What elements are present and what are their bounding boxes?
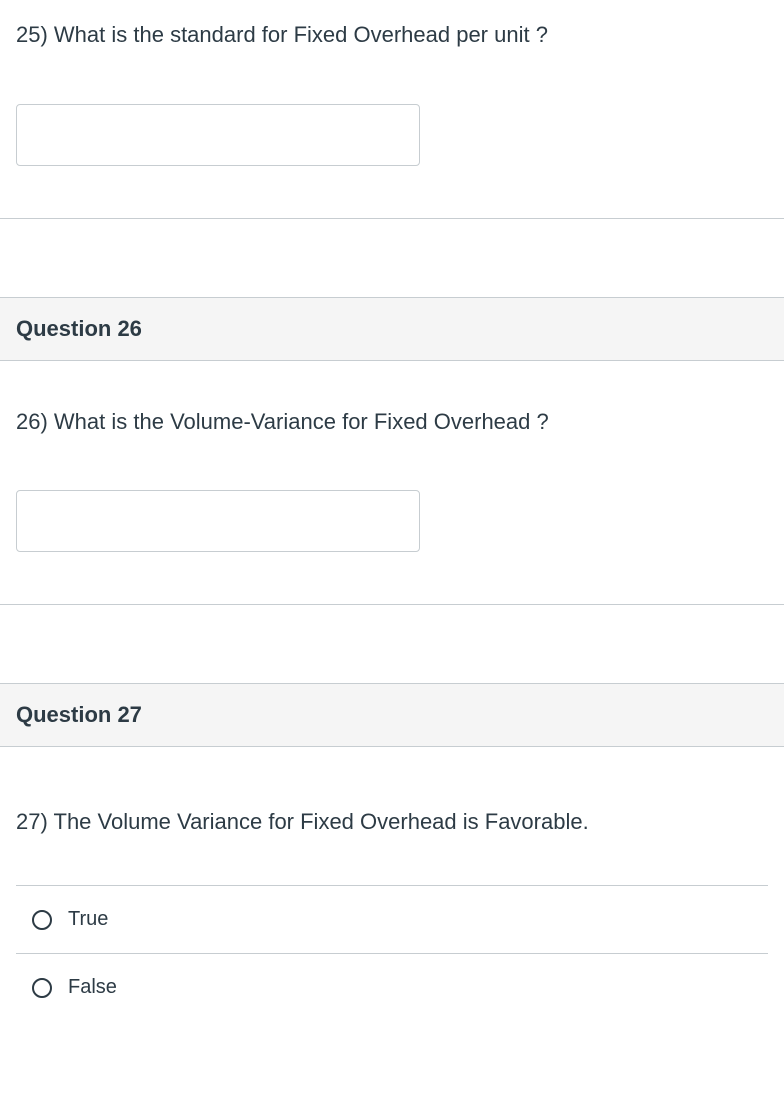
question-25-input[interactable]: [16, 104, 420, 166]
option-false-row[interactable]: False: [16, 954, 768, 999]
gap: [0, 219, 784, 297]
question-27-title: Question 27: [16, 702, 768, 728]
radio-true[interactable]: [32, 910, 52, 930]
question-27-block: Question 27 27) The Volume Variance for …: [0, 683, 784, 999]
question-27-header: Question 27: [0, 684, 784, 747]
option-true-row[interactable]: True: [16, 886, 768, 954]
question-27-options: True False: [16, 885, 768, 999]
option-true-label: True: [68, 908, 108, 931]
option-false-label: False: [68, 976, 117, 999]
question-26-header: Question 26: [0, 298, 784, 361]
question-27-text: 27) The Volume Variance for Fixed Overhe…: [16, 807, 768, 837]
radio-false[interactable]: [32, 978, 52, 998]
question-27-body: 27) The Volume Variance for Fixed Overhe…: [0, 747, 784, 999]
question-26-text: 26) What is the Volume-Variance for Fixe…: [16, 407, 768, 437]
question-26-title: Question 26: [16, 316, 768, 342]
question-26-input[interactable]: [16, 490, 420, 552]
question-26-block: Question 26 26) What is the Volume-Varia…: [0, 297, 784, 606]
question-25-body: 25) What is the standard for Fixed Overh…: [0, 0, 784, 218]
gap: [0, 605, 784, 683]
question-25-text: 25) What is the standard for Fixed Overh…: [16, 20, 768, 50]
question-26-body: 26) What is the Volume-Variance for Fixe…: [0, 361, 784, 605]
